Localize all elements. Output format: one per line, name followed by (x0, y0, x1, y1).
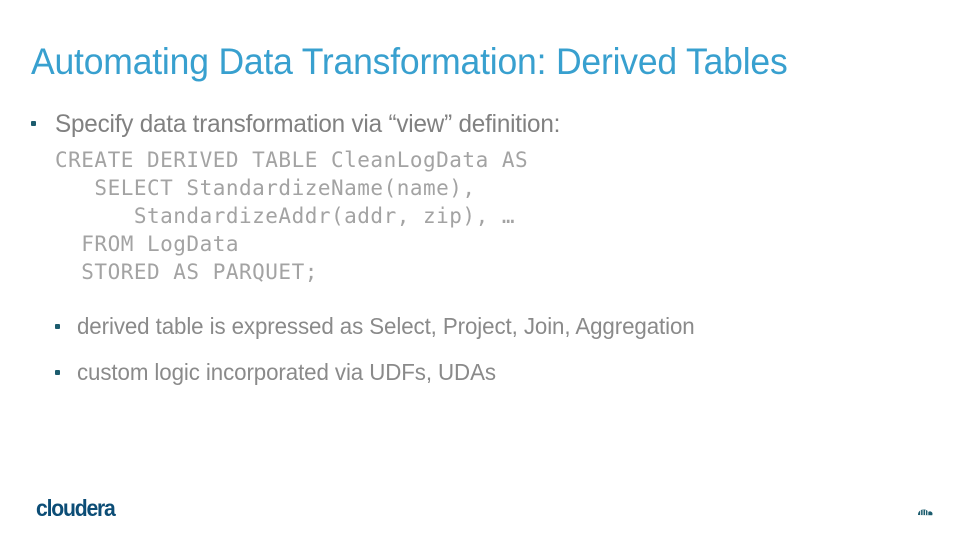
square-bullet-icon (31, 121, 36, 126)
cloudera-logo: cloudera (36, 495, 116, 521)
bullet-item-secondary: custom logic incorporated via UDFs, UDAs (55, 358, 959, 387)
square-bullet-icon (55, 370, 60, 375)
page-title: Automating Data Transformation: Derived … (31, 41, 788, 82)
bullet-item-primary-label: Specify data transformation via “view” d… (55, 110, 561, 138)
code-line: StandardizeAddr(addr, zip), … (55, 204, 516, 228)
code-line: CREATE DERIVED TABLE CleanLogData AS (55, 148, 529, 172)
bullet-item-primary: Specify data transformation via “view” d… (0, 108, 959, 140)
sub-bullet-list: derived table is expressed as Select, Pr… (0, 312, 959, 387)
code-line: SELECT StandardizeName(name), (55, 176, 476, 200)
code-line: STORED AS PARQUET; (55, 260, 318, 284)
code-block: CREATE DERIVED TABLE CleanLogData AS SEL… (0, 146, 959, 286)
square-bullet-icon (55, 324, 60, 329)
bullet-item-secondary: derived table is expressed as Select, Pr… (55, 312, 959, 341)
code-line: FROM LogData (55, 232, 240, 256)
bullet-item-secondary-label: custom logic incorporated via UDFs, UDAs (77, 359, 496, 385)
slide-body: Specify data transformation via “view” d… (0, 108, 959, 404)
bullet-item-secondary-label: derived table is expressed as Select, Pr… (77, 313, 695, 339)
slide: Automating Data Transformation: Derived … (0, 0, 959, 540)
cloudera-small-mark-icon (916, 506, 934, 518)
